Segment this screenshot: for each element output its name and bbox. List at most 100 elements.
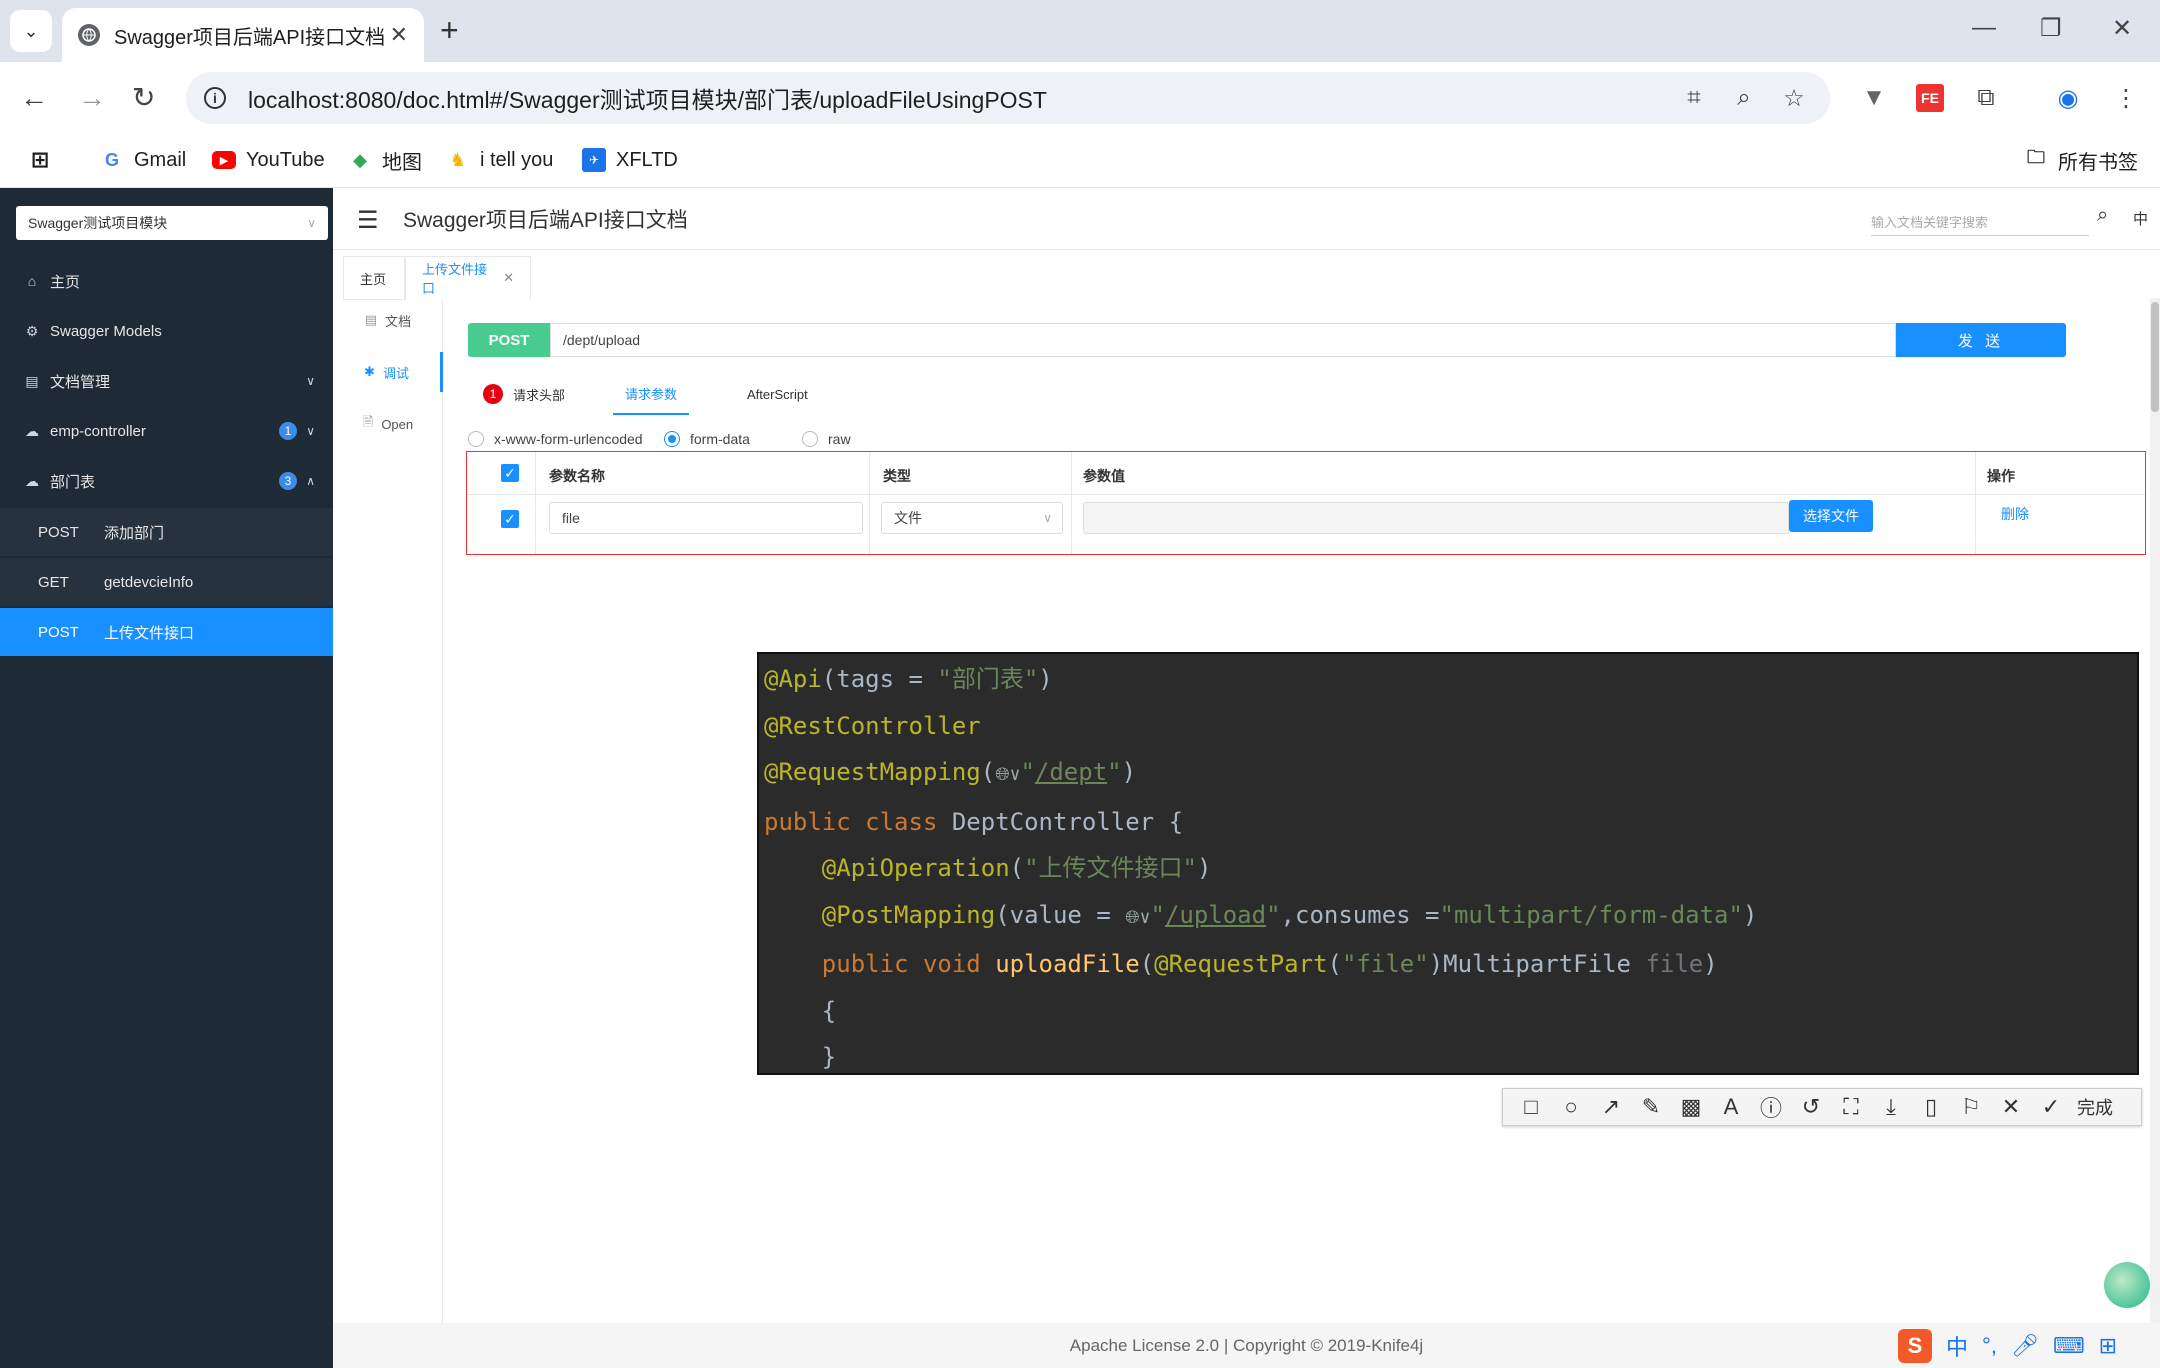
all-bookmarks[interactable]: 🗀 所有书签	[2024, 144, 2138, 176]
bookmark-itellyou[interactable]: ♞ i tell you	[446, 144, 553, 176]
address-bar[interactable]: i localhost:8080/doc.html#/Swagger测试项目模块…	[186, 72, 1830, 124]
method-badge: POST	[468, 323, 550, 357]
headers-count-badge: 1	[483, 384, 503, 404]
tab-close-icon[interactable]: ✕	[390, 22, 408, 48]
scrollbar-thumb[interactable]	[2151, 302, 2159, 412]
sogou-icon[interactable]: S	[1898, 1328, 1932, 1363]
download-icon[interactable]: ⤓	[1871, 1094, 1911, 1120]
sidebar-item-doc-management[interactable]: ▤ 文档管理 ∨	[0, 356, 333, 406]
back-icon[interactable]: ←	[20, 80, 48, 116]
api-item-add-dept[interactable]: POST 添加部门	[0, 508, 333, 556]
extensions-icon[interactable]: ⧉	[1972, 84, 2000, 112]
radio-urlencoded[interactable]: x-www-form-urlencoded	[468, 424, 643, 454]
count-badge: 3	[279, 472, 297, 490]
search-icon[interactable]: ⌕	[2097, 204, 2108, 227]
grid-icon[interactable]: ⊞	[2099, 1333, 2117, 1359]
http-method: POST	[38, 623, 79, 641]
text-icon[interactable]: A	[1711, 1094, 1751, 1120]
param-type-select[interactable]: 文件 ∨	[881, 502, 1063, 534]
bookmark-label: Gmail	[134, 148, 187, 171]
close-icon[interactable]: ✕	[503, 270, 514, 286]
scrollbar[interactable]	[2150, 298, 2160, 1323]
crop-icon[interactable]: ⛶	[1831, 1094, 1871, 1120]
reload-icon[interactable]: ↻	[132, 80, 155, 116]
document-icon: ▤	[364, 312, 378, 327]
tab-label: AfterScript	[747, 386, 808, 402]
select-all-checkbox[interactable]: ✓	[501, 464, 519, 482]
divider	[869, 452, 870, 554]
restore-icon[interactable]: ❐	[2040, 14, 2062, 43]
chevron-down-icon: ⌄	[23, 20, 39, 41]
strip-debug[interactable]: ✱ 调试	[333, 352, 443, 392]
microphone-icon[interactable]: 🎤︎	[2011, 1333, 2039, 1359]
mosaic-icon[interactable]: ▩	[1671, 1094, 1711, 1120]
new-tab-button[interactable]: +	[440, 14, 459, 46]
cancel-icon[interactable]: ✕	[1991, 1094, 2031, 1120]
menu-collapse-icon[interactable]: ☰	[357, 206, 379, 235]
delete-link[interactable]: 删除	[2001, 504, 2029, 524]
translate-icon[interactable]: ⌗	[1680, 84, 1708, 112]
number-icon[interactable]: ⓘ	[1751, 1091, 1791, 1123]
bookmark-icon[interactable]: ⚐	[1951, 1094, 1991, 1120]
doc-search-input[interactable]: 输入文档关键字搜索	[1871, 206, 2089, 236]
pin-icon[interactable]: ▯	[1911, 1094, 1951, 1120]
docs-icon: ▤	[25, 372, 39, 389]
browser-tab-active[interactable]: Swagger项目后端API接口文档 ✕	[62, 8, 424, 62]
tab-after-script[interactable]: AfterScript	[747, 373, 808, 415]
ime-toolbar: S 中 °, 🎤︎ ⌨ ⊞	[1890, 1323, 2160, 1368]
ime-punct-icon[interactable]: °,	[1982, 1333, 1997, 1359]
vue-devtools-icon[interactable]: ▼	[1860, 84, 1888, 112]
tab-request-params[interactable]: 请求参数	[613, 373, 689, 415]
google-icon: G	[104, 149, 119, 170]
zoom-icon[interactable]: ⌕	[1730, 84, 1758, 112]
strip-open[interactable]: 🗎 Open	[333, 404, 443, 444]
bookmark-star-icon[interactable]: ☆	[1780, 84, 1808, 112]
row-checkbox[interactable]: ✓	[501, 510, 519, 528]
sidebar-item-dept[interactable]: ☁ 部门表 3 ∧	[0, 456, 333, 506]
forward-icon[interactable]: →	[78, 80, 106, 116]
bookmark-maps[interactable]: ◆ 地图	[348, 144, 422, 176]
site-info-icon[interactable]: i	[204, 87, 226, 109]
language-toggle[interactable]: 中	[2133, 208, 2148, 229]
choose-file-button[interactable]: 选择文件	[1789, 500, 1873, 532]
apps-icon[interactable]: ⊞	[28, 144, 62, 176]
fe-extension-icon[interactable]: FE	[1916, 84, 1944, 112]
tab-search-button[interactable]: ⌄	[10, 10, 52, 52]
sidebar-item-swagger-models[interactable]: ⚙ Swagger Models	[0, 306, 333, 356]
ime-mode-icon[interactable]: 中	[1946, 1330, 1968, 1362]
tab-label: 主页	[360, 271, 387, 287]
bookmark-gmail[interactable]: G Gmail	[100, 144, 186, 176]
tab-request-headers[interactable]: 1 请求头部	[483, 373, 565, 415]
module-select[interactable]: Swagger测试项目模块 ∨	[16, 206, 328, 240]
bookmark-youtube[interactable]: ▶ YouTube	[212, 144, 325, 176]
undo-icon[interactable]: ↺	[1791, 1094, 1831, 1120]
window-close-icon[interactable]: ✕	[2112, 14, 2132, 43]
bookmark-xfltd[interactable]: ✈ XFLTD	[582, 144, 678, 176]
assistant-float-icon[interactable]	[2104, 1262, 2150, 1308]
request-url-input[interactable]: /dept/upload	[550, 323, 1896, 357]
strip-doc[interactable]: ▤ 文档	[333, 300, 443, 340]
radio-form-data[interactable]: form-data	[664, 424, 750, 454]
api-item-get-device-info[interactable]: GET getdevcieInfo	[0, 558, 333, 606]
api-item-upload-file[interactable]: POST 上传文件接口	[0, 608, 333, 656]
more-menu-icon[interactable]: ⋮	[2112, 84, 2140, 112]
tab-home[interactable]: 主页	[343, 256, 405, 300]
arrow-icon[interactable]: ↗	[1591, 1094, 1631, 1120]
pencil-icon[interactable]: ✎	[1631, 1094, 1671, 1120]
sidebar-item-emp-controller[interactable]: ☁ emp-controller 1 ∨	[0, 406, 333, 456]
chevron-down-icon: ∨	[306, 374, 315, 388]
circle-icon[interactable]: ○	[1551, 1094, 1591, 1120]
param-value-input[interactable]	[1083, 502, 1789, 534]
check-icon[interactable]: ✓	[2031, 1094, 2071, 1120]
app-header: ☰ Swagger项目后端API接口文档 输入文档关键字搜索 ⌕ 中	[333, 188, 2160, 250]
rectangle-icon[interactable]: □	[1511, 1094, 1551, 1120]
keyboard-icon[interactable]: ⌨	[2053, 1333, 2085, 1359]
done-button[interactable]: 完成	[2077, 1094, 2113, 1120]
minimize-icon[interactable]: —	[1972, 14, 1996, 42]
radio-raw[interactable]: raw	[802, 424, 851, 454]
profile-icon[interactable]: ◉	[2054, 84, 2082, 112]
sidebar-item-home[interactable]: ⌂ 主页	[0, 256, 333, 306]
param-name-input[interactable]: file	[549, 502, 863, 534]
send-button[interactable]: 发 送	[1896, 323, 2066, 357]
tab-upload-file[interactable]: 上传文件接口 ✕	[405, 256, 531, 300]
